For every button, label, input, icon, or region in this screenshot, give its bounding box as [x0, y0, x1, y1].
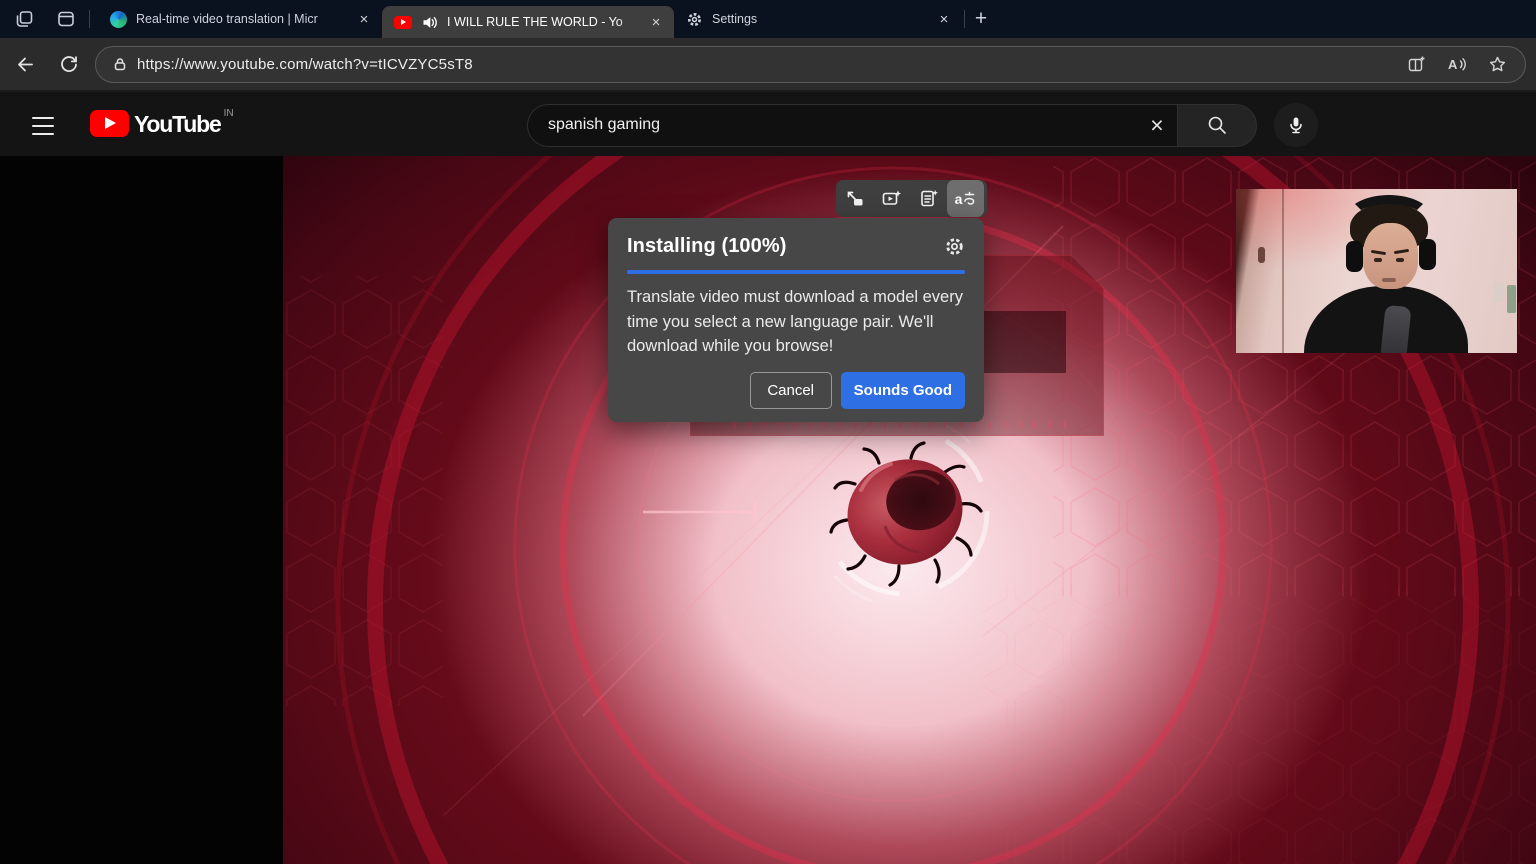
translate-icon[interactable]: a — [947, 180, 984, 217]
tab-title: Real-time video translation | Micr — [136, 12, 354, 26]
tab-realtime-translation[interactable]: Real-time video translation | Micr × — [98, 0, 382, 38]
url-bar[interactable]: https://www.youtube.com/watch?v=tICVZYC5… — [95, 46, 1526, 83]
game-dialog-ticks — [734, 421, 1066, 428]
door-handle — [1258, 247, 1265, 263]
menu-icon[interactable] — [32, 117, 54, 141]
youtube-play-badge-icon — [90, 110, 129, 137]
tab-close-icon[interactable]: × — [354, 11, 374, 28]
tab-title: I WILL RULE THE WORLD - Yo — [447, 15, 646, 29]
split-screen-icon[interactable] — [1407, 55, 1426, 74]
pathogen-cell — [831, 443, 981, 585]
new-tab-button[interactable]: + — [967, 7, 995, 31]
youtube-masthead: YouTube IN spanish gaming × — [0, 90, 1536, 156]
headphone-cup — [1346, 241, 1363, 272]
enhance-video-icon[interactable] — [873, 180, 910, 217]
favorites-star-icon[interactable] — [1488, 55, 1507, 74]
settings-gear-icon — [686, 11, 703, 28]
tab-youtube-video[interactable]: I WILL RULE THE WORLD - Yo × — [382, 6, 674, 38]
search-button[interactable] — [1177, 104, 1257, 147]
edge-video-toolbar: a — [836, 180, 987, 217]
vertical-tabs-icon[interactable] — [56, 9, 76, 29]
youtube-logo[interactable]: YouTube IN — [90, 110, 234, 138]
flyout-body-text: Translate video must download a model ev… — [627, 285, 972, 359]
translate-install-flyout: Installing (100%) Translate video must d… — [608, 218, 984, 422]
address-bar-row: https://www.youtube.com/watch?v=tICVZYC5… — [0, 38, 1536, 90]
microphone — [1380, 305, 1411, 353]
sounds-good-button[interactable]: Sounds Good — [841, 372, 965, 409]
youtube-favicon-icon — [394, 16, 412, 29]
search-query-text[interactable]: spanish gaming — [548, 116, 660, 134]
eye — [1374, 258, 1382, 262]
streamer-webcam-overlay — [1236, 189, 1517, 353]
voice-search-button[interactable] — [1274, 103, 1318, 147]
tab-close-icon[interactable]: × — [646, 14, 666, 31]
picture-in-picture-icon[interactable] — [836, 180, 873, 217]
light-switch — [1494, 283, 1504, 302]
search-clear-icon[interactable]: × — [1137, 112, 1177, 139]
edge-logo-icon — [110, 11, 127, 28]
eye — [1396, 258, 1404, 262]
tab-close-icon[interactable]: × — [934, 11, 954, 28]
headphone-cup — [1419, 239, 1436, 270]
refresh-icon[interactable] — [59, 54, 79, 74]
flyout-title: Installing (100%) — [627, 235, 787, 258]
workspaces-icon[interactable] — [14, 9, 34, 29]
headphones-band — [1346, 195, 1432, 241]
summarize-icon[interactable] — [910, 180, 947, 217]
install-progress-bar — [627, 270, 965, 274]
flyout-settings-gear-icon[interactable] — [944, 236, 965, 257]
mic-icon — [1286, 115, 1306, 135]
tab-strip: Real-time video translation | Micr × I W… — [0, 0, 1536, 38]
tabstrip-divider — [964, 10, 965, 28]
url-text[interactable]: https://www.youtube.com/watch?v=tICVZYC5… — [137, 56, 473, 73]
wall-object — [1507, 285, 1516, 313]
youtube-region-label: IN — [224, 108, 234, 119]
browser-window: Real-time video translation | Micr × I W… — [0, 0, 1536, 864]
search-icon — [1206, 114, 1228, 136]
tabstrip-divider — [89, 10, 90, 28]
door-frame — [1282, 189, 1284, 353]
cancel-button[interactable]: Cancel — [750, 372, 832, 409]
search-input[interactable]: spanish gaming × — [527, 104, 1177, 147]
lock-icon[interactable] — [112, 56, 128, 72]
read-aloud-icon[interactable]: A — [1447, 55, 1467, 74]
mouth — [1382, 278, 1396, 282]
back-icon[interactable] — [14, 54, 35, 75]
svg-text:A: A — [1448, 57, 1458, 72]
youtube-wordmark: YouTube — [134, 111, 221, 138]
tab-settings[interactable]: Settings × — [674, 0, 962, 38]
tab-title: Settings — [712, 12, 934, 26]
audio-speaker-icon[interactable] — [421, 14, 438, 31]
